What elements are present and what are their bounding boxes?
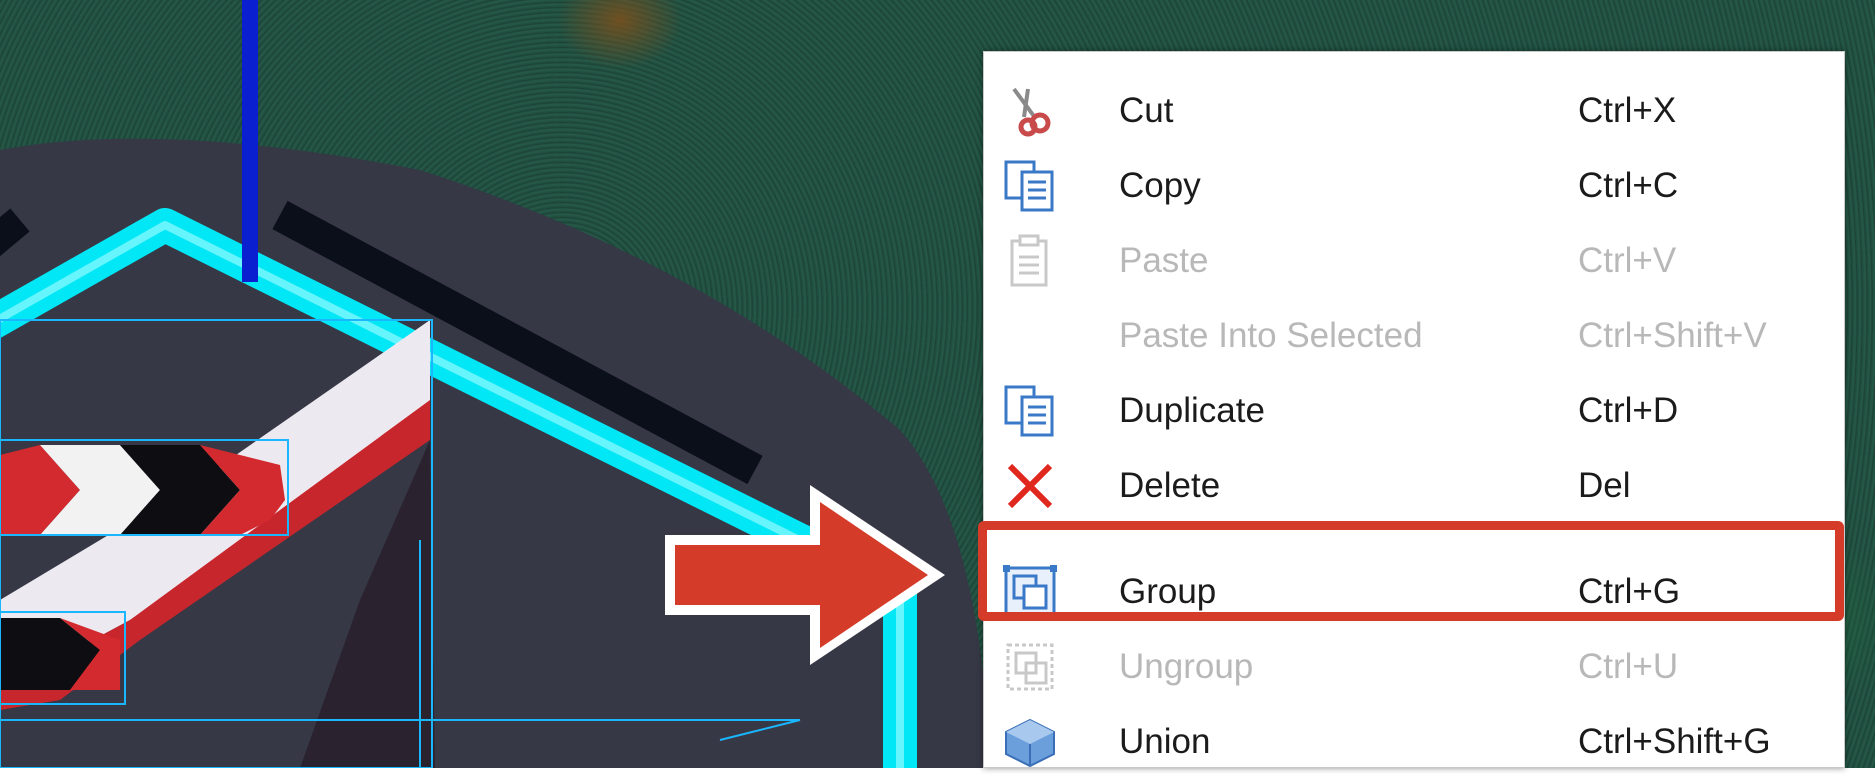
- menu-item-paste[interactable]: Paste Ctrl+V: [984, 224, 1846, 298]
- pointer-arrow: [665, 485, 945, 665]
- menu-item-duplicate[interactable]: Duplicate Ctrl+D: [984, 374, 1846, 448]
- menu-label: Duplicate: [1119, 391, 1265, 430]
- menu-shortcut: Ctrl+C: [1578, 166, 1679, 205]
- menu-shortcut: Ctrl+D: [1578, 391, 1679, 430]
- menu-item-cut[interactable]: Cut Ctrl+X: [984, 74, 1846, 148]
- menu-shortcut: Ctrl+V: [1578, 241, 1677, 280]
- menu-item-paste-into-selected[interactable]: Paste Into Selected Ctrl+Shift+V: [984, 299, 1846, 373]
- menu-label: Cut: [1119, 91, 1174, 130]
- move-axis: [242, 0, 258, 282]
- scissors-icon: [1000, 87, 1060, 137]
- menu-label: Paste Into Selected: [1119, 316, 1423, 355]
- menu-label: Paste: [1119, 241, 1209, 280]
- menu-shortcut: Del: [1578, 466, 1631, 505]
- copy-icon: [1000, 160, 1060, 212]
- delete-icon: [1000, 463, 1060, 509]
- ungroup-icon: [1000, 643, 1060, 691]
- menu-item-delete[interactable]: Delete Del: [984, 449, 1846, 523]
- duplicate-icon: [1000, 385, 1060, 437]
- menu-item-ungroup[interactable]: Ungroup Ctrl+U: [984, 630, 1846, 704]
- menu-shortcut: Ctrl+Shift+V: [1578, 316, 1767, 355]
- union-icon: [1000, 718, 1060, 768]
- menu-shortcut: Ctrl+X: [1578, 91, 1677, 130]
- menu-shortcut: Ctrl+U: [1578, 647, 1679, 686]
- group-highlight-box: [978, 521, 1844, 621]
- paste-icon: [1000, 234, 1060, 287]
- context-menu: Cut Ctrl+X Copy Ctrl+C Paste Ctrl+V Past…: [983, 51, 1845, 768]
- menu-item-copy[interactable]: Copy Ctrl+C: [984, 149, 1846, 223]
- menu-label: Ungroup: [1119, 647, 1254, 686]
- menu-label: Copy: [1119, 166, 1201, 205]
- menu-label: Delete: [1119, 466, 1221, 505]
